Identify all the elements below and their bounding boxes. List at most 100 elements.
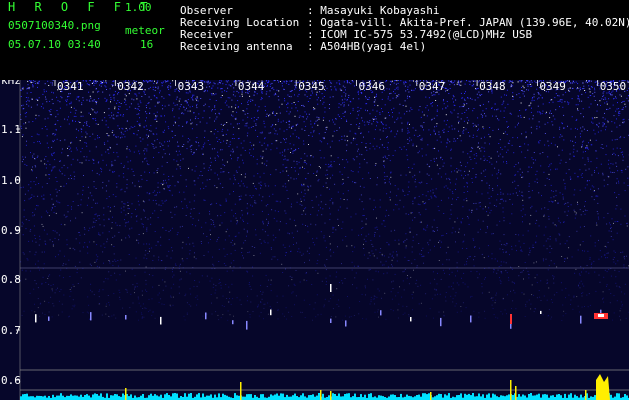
noise-dot xyxy=(214,106,216,108)
noise-dot xyxy=(217,154,219,156)
noise-dot xyxy=(282,164,284,166)
noise-dot xyxy=(158,259,159,261)
noise-dot xyxy=(170,257,172,259)
noise-dot xyxy=(510,84,512,86)
noise-dot xyxy=(602,122,604,124)
noise-dot xyxy=(461,112,463,114)
spectrogram: kHz 0341 0342 0343 0344 0345 0346 0347 0348 0349 0… xyxy=(0,80,629,400)
noise-dot xyxy=(190,149,192,151)
noise-dot xyxy=(263,142,265,144)
noise-dot xyxy=(77,193,79,195)
noise-dot xyxy=(494,167,496,169)
noise-dot xyxy=(561,256,563,257)
noise-dot xyxy=(138,242,140,244)
noise-dot xyxy=(32,121,34,122)
noise-dot xyxy=(454,305,456,307)
noise-dot xyxy=(69,295,71,297)
noise-dot xyxy=(389,99,391,101)
noise-dot xyxy=(554,118,556,120)
noise-dot xyxy=(597,131,599,133)
noise-dot xyxy=(167,186,169,188)
noise-dot xyxy=(538,141,540,143)
noise-dot xyxy=(333,227,335,229)
noise-dot xyxy=(156,133,158,135)
noise-dot xyxy=(66,215,68,217)
noise-dot xyxy=(121,127,123,129)
noise-dot xyxy=(394,89,396,91)
noise-dot xyxy=(131,268,133,270)
noise-dot xyxy=(49,194,51,196)
noise-dot xyxy=(151,314,153,316)
noise-dot xyxy=(374,104,376,106)
noise-dot xyxy=(135,208,136,210)
noise-dot xyxy=(220,168,222,169)
noise-dot xyxy=(379,199,381,201)
noise-dot xyxy=(353,315,355,316)
noise-dot xyxy=(68,123,70,125)
noise-dot xyxy=(167,126,169,128)
noise-dot xyxy=(411,246,413,248)
noise-dot xyxy=(327,166,329,168)
noise-dot xyxy=(286,318,287,320)
noise-dot xyxy=(265,80,267,82)
noise-dot xyxy=(451,271,453,273)
noise-dot xyxy=(357,148,359,150)
noise-dot xyxy=(610,275,612,277)
noise-dot xyxy=(381,255,383,257)
noise-dot xyxy=(289,275,291,277)
noise-dot xyxy=(99,289,101,291)
noise-dot xyxy=(188,304,190,306)
noise-dot xyxy=(336,271,338,273)
noise-dot xyxy=(241,214,243,216)
noise-dot xyxy=(504,131,506,133)
noise-dot xyxy=(579,87,581,89)
noise-dot xyxy=(604,269,606,271)
noise-dot xyxy=(518,162,519,164)
noise-dot xyxy=(293,283,295,285)
noise-dot xyxy=(111,115,113,117)
noise-dot xyxy=(59,101,61,103)
noise-dot xyxy=(160,210,162,211)
noise-dot xyxy=(91,207,93,208)
noise-dot xyxy=(149,250,150,252)
noise-dot xyxy=(565,202,567,204)
noise-dot xyxy=(561,149,563,151)
noise-dot xyxy=(594,242,596,244)
noise-dot xyxy=(448,93,450,94)
noise-dot xyxy=(536,182,538,184)
noise-dot xyxy=(307,116,309,118)
noise-dot xyxy=(230,85,232,87)
noise-dot xyxy=(477,97,479,99)
noise-dot xyxy=(114,272,116,274)
noise-dot xyxy=(197,298,199,300)
noise-dot xyxy=(346,135,348,137)
noise-dot xyxy=(164,105,166,107)
noise-dot xyxy=(627,166,629,168)
noise-dot xyxy=(520,115,522,117)
noise-dot xyxy=(312,242,314,243)
noise-dot xyxy=(170,305,172,307)
noise-dot xyxy=(236,111,238,113)
noise-dot xyxy=(570,140,572,142)
noise-dot xyxy=(162,289,164,291)
noise-dot xyxy=(499,153,501,155)
noise-dot xyxy=(79,140,81,142)
noise-dot xyxy=(218,261,220,262)
noise-dot xyxy=(408,181,410,183)
noise-dot xyxy=(166,162,168,163)
noise-dot xyxy=(98,218,100,220)
noise-dot xyxy=(149,107,151,109)
noise-dot xyxy=(152,89,154,91)
noise-dot xyxy=(245,123,247,125)
noise-dot xyxy=(352,98,354,100)
noise-dot xyxy=(324,264,326,266)
noise-dot xyxy=(346,199,348,201)
noise-dot xyxy=(45,90,47,92)
noise-dot xyxy=(246,125,248,127)
noise-dot xyxy=(462,131,464,133)
noise-dot xyxy=(262,291,264,293)
noise-dot xyxy=(268,195,270,197)
noise-dot xyxy=(359,166,361,168)
noise-dot xyxy=(509,112,511,114)
noise-dot xyxy=(464,283,466,285)
